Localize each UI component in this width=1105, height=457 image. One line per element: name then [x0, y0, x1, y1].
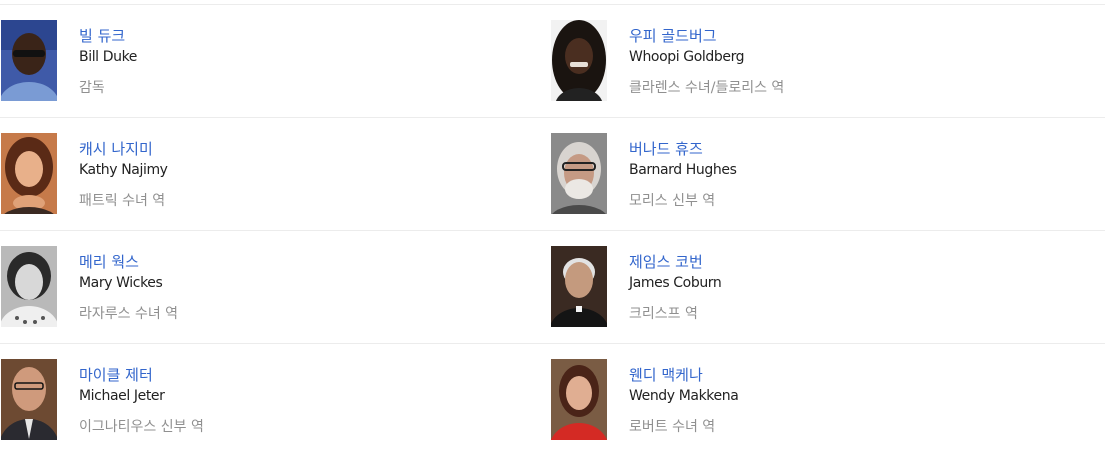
actor-name-english: James Coburn — [629, 275, 722, 291]
actor-name-korean-link[interactable]: 빌 듀크 — [79, 25, 125, 47]
cast-row: 빌 듀크 Bill Duke 감독 우피 골드버그 Whoopi Goldber… — [0, 5, 1105, 118]
portrait-photo-icon[interactable] — [551, 359, 607, 440]
actor-name-korean-link[interactable]: 웬디 맥케나 — [629, 364, 703, 386]
actor-name-english: Wendy Makkena — [629, 388, 739, 404]
actor-role: 감독 — [79, 80, 105, 96]
portrait-photo-icon[interactable] — [551, 20, 607, 101]
actor-name-english: Barnard Hughes — [629, 162, 737, 178]
actor-name-korean-link[interactable]: 메리 웍스 — [79, 251, 139, 273]
cast-row: 캐시 나지미 Kathy Najimy 패트릭 수녀 역 버나드 휴즈 Barn… — [0, 118, 1105, 231]
actor-name-english: Mary Wickes — [79, 275, 163, 291]
actor-name-korean-link[interactable]: 우피 골드버그 — [629, 25, 717, 47]
actor-role: 로버트 수녀 역 — [629, 419, 716, 435]
actor-name-english: Michael Jeter — [79, 388, 165, 404]
actor-name-korean-link[interactable]: 제임스 코번 — [629, 251, 703, 273]
actor-name-korean-link[interactable]: 캐시 나지미 — [79, 138, 153, 160]
cast-list: 빌 듀크 Bill Duke 감독 우피 골드버그 Whoopi Goldber… — [0, 5, 1105, 457]
actor-role: 이그나티우스 신부 역 — [79, 419, 204, 435]
actor-name-english: Kathy Najimy — [79, 162, 168, 178]
actor-name-korean-link[interactable]: 마이클 제터 — [79, 364, 153, 386]
actor-role: 크리스프 역 — [629, 306, 698, 322]
cast-row: 마이클 제터 Michael Jeter 이그나티우스 신부 역 웬디 맥케나 … — [0, 344, 1105, 457]
portrait-photo-icon[interactable] — [551, 246, 607, 327]
actor-role: 패트릭 수녀 역 — [79, 193, 166, 209]
portrait-photo-icon[interactable] — [1, 246, 57, 327]
portrait-photo-icon[interactable] — [1, 20, 57, 101]
actor-name-english: Bill Duke — [79, 49, 137, 65]
actor-name-english: Whoopi Goldberg — [629, 49, 745, 65]
actor-role: 클라렌스 수녀/들로리스 역 — [629, 80, 785, 96]
portrait-photo-icon[interactable] — [1, 359, 57, 440]
portrait-photo-icon[interactable] — [551, 133, 607, 214]
actor-role: 라자루스 수녀 역 — [79, 306, 179, 322]
portrait-photo-icon[interactable] — [1, 133, 57, 214]
actor-role: 모리스 신부 역 — [629, 193, 716, 209]
cast-row: 메리 웍스 Mary Wickes 라자루스 수녀 역 제임스 코번 James… — [0, 231, 1105, 344]
actor-name-korean-link[interactable]: 버나드 휴즈 — [629, 138, 703, 160]
